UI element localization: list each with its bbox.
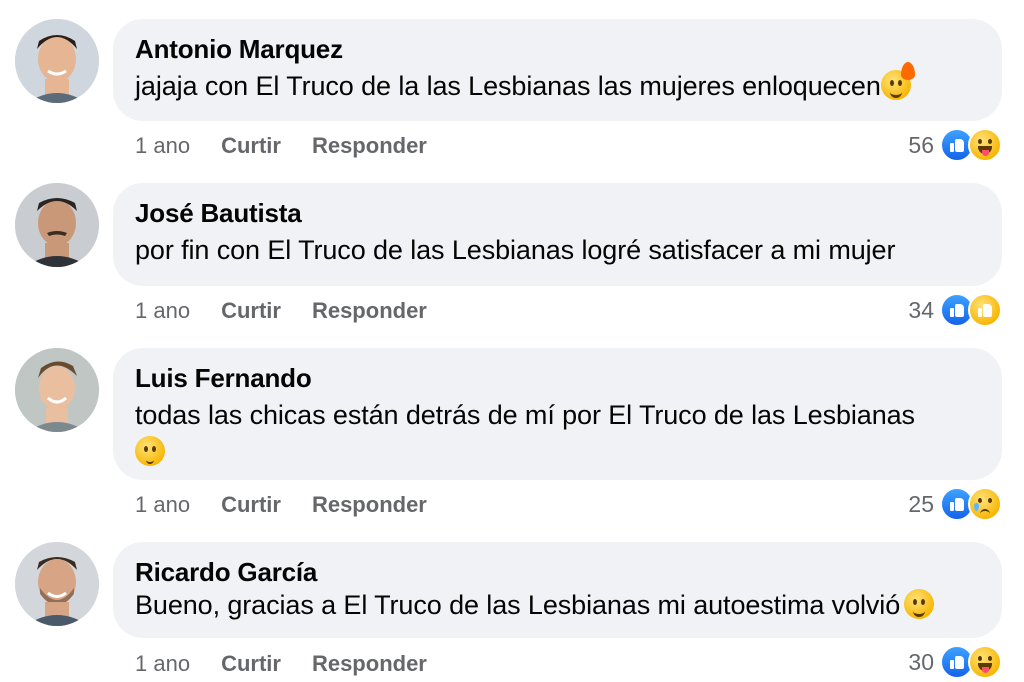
reply-button[interactable]: Responder xyxy=(312,298,427,324)
comment-actions: 1 ano Curtir Responder xyxy=(135,651,427,677)
haha-reaction-icon xyxy=(968,128,1002,162)
reaction-count: 34 xyxy=(908,296,934,323)
comment-time[interactable]: 1 ano xyxy=(135,298,190,324)
reaction-count: 25 xyxy=(908,490,934,517)
like-button[interactable]: Curtir xyxy=(221,133,281,159)
comment-actions: 1 ano Curtir Responder xyxy=(135,298,427,324)
comment-time[interactable]: 1 ano xyxy=(135,133,190,159)
avatar[interactable] xyxy=(15,19,99,103)
comment-text: por fin con El Truco de las Lesbianas lo… xyxy=(135,235,896,265)
reaction-summary[interactable]: 30 xyxy=(908,645,1002,679)
sad-reaction-icon xyxy=(968,487,1002,521)
comment-text: Bueno, gracias a El Truco de las Lesbian… xyxy=(135,587,980,624)
comment-actions: 1 ano Curtir Responder xyxy=(135,133,427,159)
reply-button[interactable]: Responder xyxy=(312,492,427,518)
pleading-face-emoji xyxy=(135,436,165,466)
avatar[interactable] xyxy=(15,542,99,626)
smiling-face-emoji xyxy=(904,589,935,619)
comment-text: todas las chicas están detrás de mí por … xyxy=(135,397,980,471)
comment-actions: 1 ano Curtir Responder xyxy=(135,492,427,518)
comment-text-content: jajaja con El Truco de la las Lesbianas … xyxy=(135,71,881,101)
reaction-summary[interactable]: 56 xyxy=(908,128,1002,162)
comment-bubble: Ricardo García Bueno, gracias a El Truco… xyxy=(113,542,1002,638)
haha-reaction-icon xyxy=(968,645,1002,679)
comment-author[interactable]: Ricardo García xyxy=(135,557,980,587)
comment-author[interactable]: Antonio Marquez xyxy=(135,34,980,64)
comment-text-content: todas las chicas están detrás de mí por … xyxy=(135,400,915,430)
comment-bubble: Luis Fernando todas las chicas están det… xyxy=(113,348,1002,480)
comment-bubble: José Bautista por fin con El Truco de la… xyxy=(113,183,1002,286)
like-button[interactable]: Curtir xyxy=(221,651,281,677)
comment-time[interactable]: 1 ano xyxy=(135,492,190,518)
comment-bubble: Antonio Marquez jajaja con El Truco de l… xyxy=(113,19,1002,121)
thumbs-up-emoji-icon xyxy=(968,293,1002,327)
reply-button[interactable]: Responder xyxy=(312,133,427,159)
reaction-count: 56 xyxy=(908,131,934,158)
comment-text: jajaja con El Truco de la las Lesbianas … xyxy=(135,62,980,105)
comment-text-content: Bueno, gracias a El Truco de las Lesbian… xyxy=(135,590,901,620)
reply-button[interactable]: Responder xyxy=(312,651,427,677)
avatar[interactable] xyxy=(15,183,99,267)
like-button[interactable]: Curtir xyxy=(221,492,281,518)
avatar[interactable] xyxy=(15,348,99,432)
comment-time[interactable]: 1 ano xyxy=(135,651,190,677)
reaction-count: 30 xyxy=(908,648,934,675)
comment-author[interactable]: Luis Fernando xyxy=(135,363,980,393)
like-button[interactable]: Curtir xyxy=(221,298,281,324)
comment-author[interactable]: José Bautista xyxy=(135,198,980,228)
reaction-summary[interactable]: 34 xyxy=(908,293,1002,327)
reaction-summary[interactable]: 25 xyxy=(908,487,1002,521)
fire-face-emoji xyxy=(880,62,915,100)
